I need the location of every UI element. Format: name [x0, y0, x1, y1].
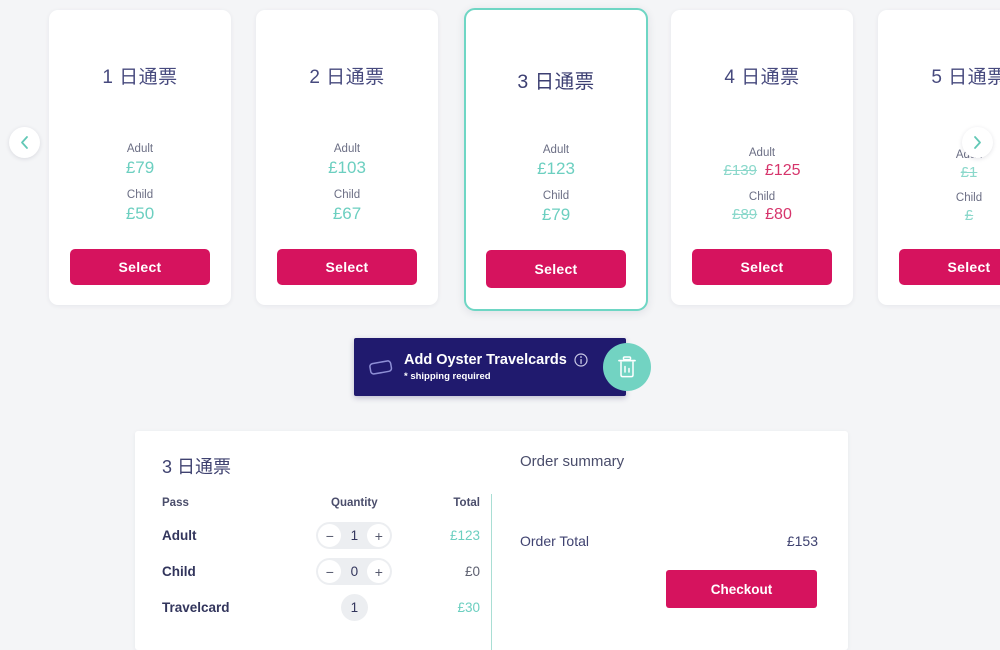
- child-label: Child: [542, 190, 570, 202]
- order-total-value: £153: [786, 533, 818, 549]
- pass-card-title: 1 日通票: [102, 67, 178, 88]
- carousel-next-button[interactable]: [962, 127, 993, 158]
- adult-price: £79: [125, 158, 155, 177]
- fare-list: Adult £79 Child £50: [49, 143, 231, 235]
- order-panel: 3 日通票 Pass Quantity Total Adult − 1 + £1…: [135, 431, 848, 650]
- child-label: Child: [333, 189, 361, 201]
- pass-card-2-day[interactable]: 2 日通票 Adult £103 Child £67 Select: [256, 10, 438, 305]
- table-row: Adult − 1 + £123: [162, 522, 482, 558]
- adult-label: Adult: [126, 143, 154, 155]
- row-total-travelcard: £30: [457, 600, 480, 615]
- pass-card-4-day[interactable]: 4 日通票 Adult £139 £125 Child £89 £80 Sele…: [671, 10, 853, 305]
- trash-icon: [618, 356, 636, 378]
- select-button[interactable]: Select: [899, 249, 1000, 285]
- banner-title: Add Oyster Travelcards: [404, 352, 567, 368]
- child-price: £50: [125, 204, 155, 223]
- quantity-stepper-child[interactable]: − 0 +: [316, 558, 393, 585]
- banner-title-row: Add Oyster Travelcards: [404, 352, 588, 368]
- select-button[interactable]: Select: [692, 249, 832, 285]
- order-table: Pass Quantity Total Adult − 1 + £123 Chi…: [162, 497, 482, 630]
- column-header-total: Total: [453, 497, 480, 509]
- child-label: Child: [955, 192, 983, 204]
- select-button[interactable]: Select: [486, 250, 626, 288]
- pass-card-5-day[interactable]: 5 日通票 Adult £1 Child £ Select: [878, 10, 1000, 305]
- child-price: £79: [541, 205, 571, 224]
- pass-card-title: 4 日通票: [724, 67, 800, 88]
- child-label: Child: [748, 191, 776, 203]
- quantity-stepper-adult[interactable]: − 1 +: [316, 522, 393, 549]
- table-row: Travelcard 1 £30: [162, 594, 482, 630]
- child-original-price: £: [964, 207, 974, 224]
- quantity-cell: − 1 +: [285, 522, 424, 558]
- pass-card-title: 2 日通票: [309, 67, 385, 88]
- select-button[interactable]: Select: [277, 249, 417, 285]
- child-price-row: £89 £80: [671, 206, 853, 224]
- quantity-badge-travelcard: 1: [340, 594, 368, 621]
- select-button[interactable]: Select: [70, 249, 210, 285]
- pass-card-title: 5 日通票: [931, 67, 1000, 88]
- adult-original-price: £139: [723, 162, 757, 179]
- adult-price-row: £1: [878, 164, 1000, 181]
- child-sale-price: £80: [765, 206, 792, 223]
- pass-carousel: 1 日通票 Adult £79 Child £50 Select 2 日通票 A…: [0, 0, 1000, 320]
- decrement-button[interactable]: −: [318, 560, 342, 583]
- row-label-child: Child: [162, 564, 196, 579]
- order-total-row: Order Total £153: [520, 533, 818, 549]
- quantity-cell: − 0 +: [285, 558, 424, 594]
- banner-text: Add Oyster Travelcards * shipping requir…: [404, 352, 588, 382]
- increment-button[interactable]: +: [367, 524, 391, 547]
- page-root: 1 日通票 Adult £79 Child £50 Select 2 日通票 A…: [0, 0, 1000, 650]
- selected-pass-title: 3 日通票: [162, 457, 232, 477]
- info-icon[interactable]: [574, 353, 588, 367]
- column-header-quantity: Quantity: [331, 497, 378, 509]
- fare-list: Adult £103 Child £67: [256, 143, 438, 235]
- adult-original-price: £1: [960, 164, 978, 181]
- column-header-pass: Pass: [162, 497, 189, 509]
- ticket-icon: [369, 360, 393, 375]
- child-label: Child: [126, 189, 154, 201]
- order-summary: Order summary Order Total £153 Checkout: [492, 431, 848, 650]
- adult-label: Adult: [542, 144, 570, 156]
- table-row: Child − 0 + £0: [162, 558, 482, 594]
- increment-button[interactable]: +: [367, 560, 391, 583]
- fare-list: Adult £1 Child £: [878, 149, 1000, 235]
- row-label-travelcard: Travelcard: [162, 600, 230, 615]
- pass-card-1-day[interactable]: 1 日通票 Adult £79 Child £50 Select: [49, 10, 231, 305]
- child-price-row: £: [878, 207, 1000, 224]
- chevron-right-icon: [974, 136, 981, 149]
- child-original-price: £89: [732, 206, 758, 223]
- adult-label: Adult: [748, 147, 776, 159]
- row-total-adult: £123: [449, 528, 480, 543]
- fare-list: Adult £123 Child £79: [466, 144, 646, 236]
- order-total-label: Order Total: [520, 533, 589, 549]
- quantity-cell: 1: [285, 594, 424, 630]
- adult-price: £123: [537, 159, 575, 178]
- adult-price: £103: [328, 158, 366, 177]
- row-label-adult: Adult: [162, 528, 197, 543]
- quantity-value: 0: [350, 564, 359, 579]
- add-oyster-travelcards-banner[interactable]: Add Oyster Travelcards * shipping requir…: [354, 338, 626, 396]
- child-price: £67: [332, 204, 362, 223]
- pass-card-title: 3 日通票: [517, 71, 595, 93]
- fare-list: Adult £139 £125 Child £89 £80: [671, 147, 853, 235]
- pass-card-3-day-selected[interactable]: 3 日通票 Adult £123 Child £79 Select: [464, 8, 648, 311]
- table-header-row: Pass Quantity Total: [162, 497, 482, 522]
- quantity-value: 1: [350, 528, 359, 543]
- chevron-left-icon: [21, 136, 28, 149]
- decrement-button[interactable]: −: [318, 524, 342, 547]
- adult-price-row: £139 £125: [671, 162, 853, 180]
- row-total-child: £0: [464, 564, 480, 579]
- adult-sale-price: £125: [764, 162, 801, 179]
- banner-subtitle: * shipping required: [404, 371, 491, 382]
- checkout-button[interactable]: Checkout: [666, 570, 817, 608]
- carousel-prev-button[interactable]: [9, 127, 40, 158]
- order-details: 3 日通票 Pass Quantity Total Adult − 1 + £1…: [135, 431, 492, 650]
- order-summary-title: Order summary: [520, 453, 625, 470]
- adult-label: Adult: [333, 143, 361, 155]
- remove-travelcards-button[interactable]: [603, 343, 651, 391]
